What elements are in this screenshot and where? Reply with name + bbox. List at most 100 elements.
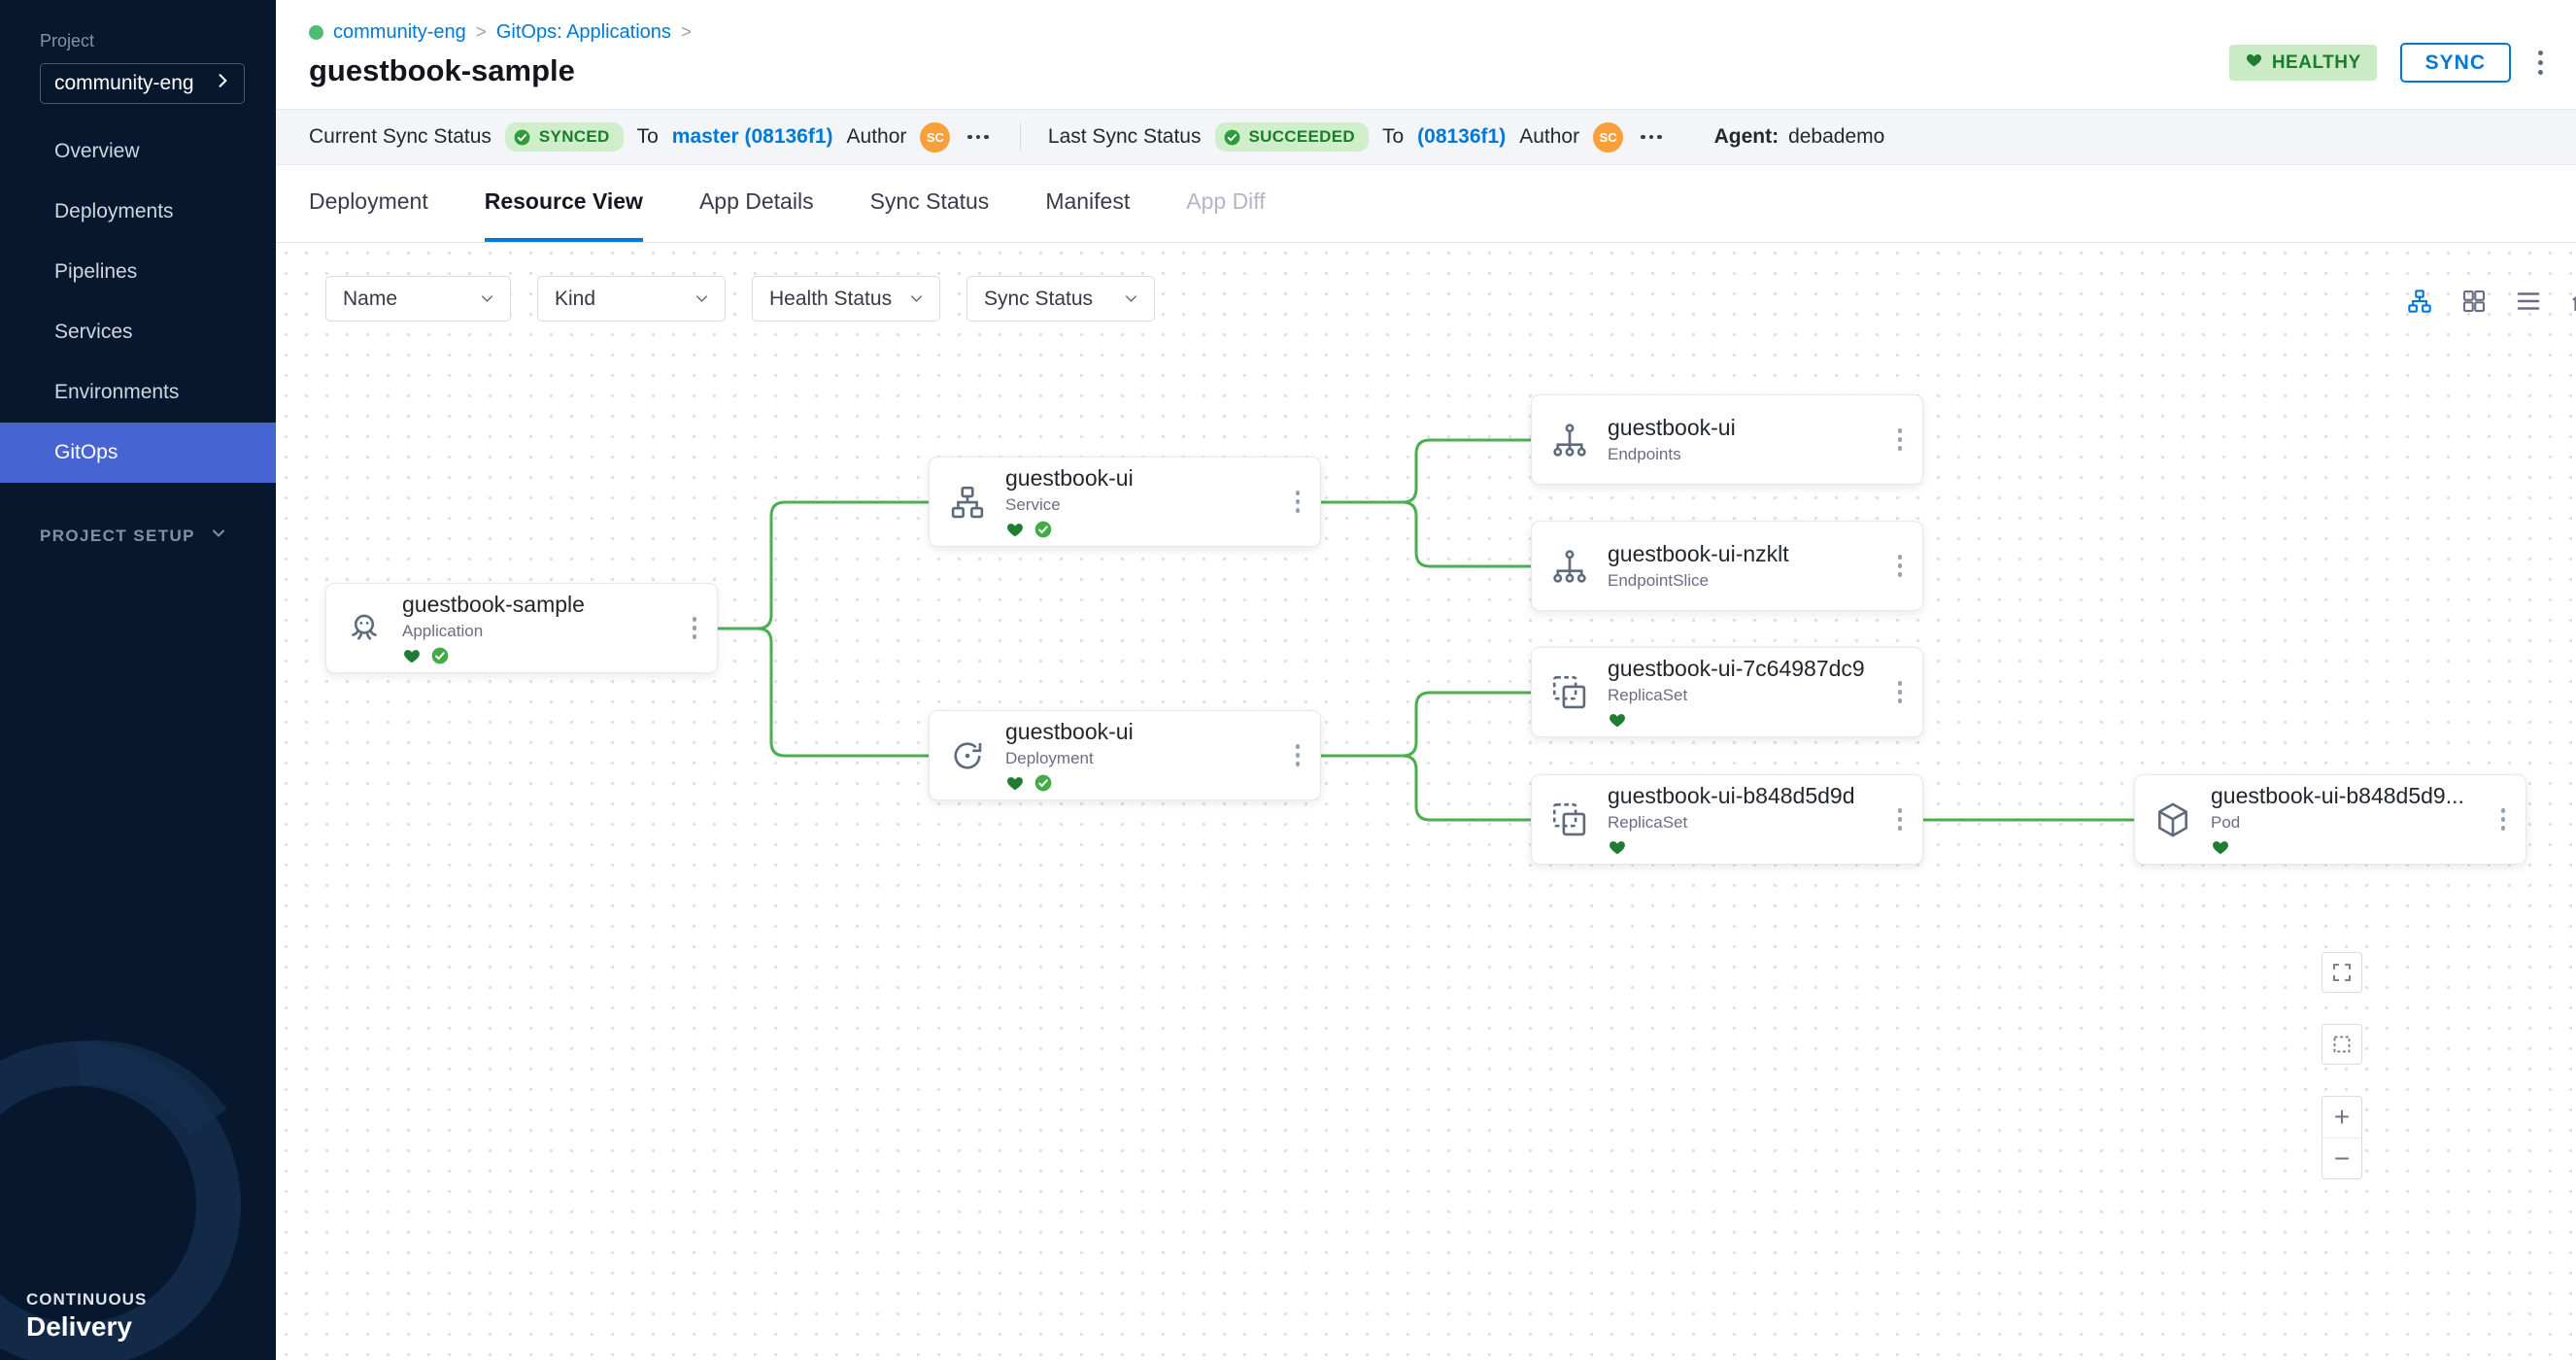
tab-manifest[interactable]: Manifest <box>1045 165 1130 242</box>
synced-check-icon <box>430 646 450 665</box>
list-view-icon[interactable] <box>2513 286 2544 317</box>
breadcrumb: community-eng > GitOps: Applications > <box>309 21 2576 44</box>
filter-health-status-label: Health Status <box>769 288 892 311</box>
brand-logo: CONTINUOUS Delivery <box>26 1290 147 1343</box>
zoom-in-button[interactable]: + <box>2322 1097 2361 1138</box>
succeeded-check-icon <box>1223 128 1241 147</box>
pod-icon <box>2135 799 2211 840</box>
node-menu-button[interactable] <box>1275 491 1320 513</box>
filter-health-status-dropdown[interactable]: Health Status <box>752 276 940 322</box>
node-replicaset-1[interactable]: guestbook-ui-7c64987dc9 ReplicaSet <box>1531 647 1923 737</box>
brand-line-2: Delivery <box>26 1311 147 1343</box>
health-status-badge: HEALTHY <box>2229 45 2377 81</box>
tab-resource-view[interactable]: Resource View <box>485 165 643 242</box>
page-header: community-eng > GitOps: Applications > g… <box>276 0 2576 109</box>
healthy-heart-icon <box>1608 837 1627 857</box>
node-status <box>1608 710 1872 730</box>
sidebar-item-services[interactable]: Services <box>0 302 276 362</box>
project-setup-toggle[interactable]: PROJECT SETUP <box>40 524 276 548</box>
node-status <box>1005 773 1270 793</box>
succeeded-status-pill: SUCCEEDED <box>1215 122 1369 152</box>
node-kind: ReplicaSet <box>1608 813 1872 833</box>
box-select-button[interactable] <box>2322 1024 2362 1065</box>
replicaset-icon <box>1532 799 1608 840</box>
author-avatar[interactable]: SC <box>1593 122 1623 153</box>
filter-sync-status-label: Sync Status <box>984 288 1093 311</box>
project-setup-label: PROJECT SETUP <box>40 527 195 546</box>
deployment-icon <box>930 735 1005 776</box>
last-revision-link[interactable]: (08136f1) <box>1417 125 1506 149</box>
agent-name: debademo <box>1788 125 1884 148</box>
filter-name-dropdown[interactable]: Name <box>325 276 511 322</box>
node-title: guestbook-ui <box>1608 415 1872 441</box>
sidebar: Project community-eng Overview Deploymen… <box>0 0 276 1360</box>
tree-view-icon[interactable] <box>2404 286 2435 317</box>
main-area: community-eng > GitOps: Applications > g… <box>276 0 2576 1360</box>
node-menu-button[interactable] <box>1878 555 1922 577</box>
node-status <box>2211 837 2475 857</box>
breadcrumb-link-project[interactable]: community-eng <box>333 21 466 44</box>
sidebar-nav: Overview Deployments Pipelines Services … <box>0 121 276 483</box>
synced-check-icon <box>1034 773 1053 793</box>
sync-button[interactable]: SYNC <box>2400 43 2511 83</box>
node-endpointslice[interactable]: guestbook-ui-nzklt EndpointSlice <box>1531 521 1923 611</box>
sync-more-button[interactable] <box>964 131 993 144</box>
last-sync-more-button[interactable] <box>1637 131 1666 144</box>
breadcrumb-separator: > <box>476 22 487 44</box>
author-label: Author <box>847 125 907 149</box>
chevron-down-icon <box>693 289 711 308</box>
author-avatar[interactable]: SC <box>920 122 950 153</box>
node-menu-button[interactable] <box>1878 681 1922 703</box>
sidebar-item-overview[interactable]: Overview <box>0 121 276 182</box>
tab-deployment[interactable]: Deployment <box>309 165 428 242</box>
project-selector[interactable]: community-eng <box>40 63 245 104</box>
sync-status-bar: Current Sync Status SYNCED To master (08… <box>276 109 2576 165</box>
node-service[interactable]: guestbook-ui Service <box>929 457 1321 547</box>
fullscreen-button[interactable] <box>2322 952 2362 993</box>
endpointslice-icon <box>1532 546 1608 587</box>
node-application[interactable]: guestbook-sample Application <box>325 583 718 673</box>
filter-kind-label: Kind <box>555 288 595 311</box>
node-menu-button[interactable] <box>1275 744 1320 766</box>
synced-check-icon <box>513 128 531 147</box>
node-kind: Endpoints <box>1608 445 1872 464</box>
agent-label: Agent: <box>1714 125 1779 148</box>
node-kind: Service <box>1005 495 1270 515</box>
divider <box>1020 122 1021 152</box>
box-select-icon <box>2330 1033 2354 1056</box>
healthy-heart-icon <box>1005 520 1025 539</box>
author-label: Author <box>1519 125 1579 149</box>
node-menu-button[interactable] <box>1878 428 1922 451</box>
current-revision-link[interactable]: master (08136f1) <box>672 125 833 149</box>
endpoints-icon <box>1532 420 1608 460</box>
clipped-view-icon[interactable] <box>2567 286 2576 317</box>
filter-kind-dropdown[interactable]: Kind <box>537 276 726 322</box>
node-title: guestbook-sample <box>402 592 666 618</box>
tab-sync-status[interactable]: Sync Status <box>870 165 990 242</box>
node-kind: Deployment <box>1005 749 1270 768</box>
node-status <box>1608 837 1872 857</box>
node-menu-button[interactable] <box>672 617 717 639</box>
resource-graph-panel: Name Kind Health Status Sync Status <box>276 243 2576 1360</box>
sidebar-item-environments[interactable]: Environments <box>0 362 276 423</box>
breadcrumb-link-applications[interactable]: GitOps: Applications <box>496 21 671 44</box>
node-status <box>402 646 666 665</box>
node-endpoints[interactable]: guestbook-ui Endpoints <box>1531 394 1923 485</box>
node-pod[interactable]: guestbook-ui-b848d5d9... Pod <box>2134 774 2526 865</box>
grid-view-icon[interactable] <box>2458 286 2490 317</box>
node-replicaset-2[interactable]: guestbook-ui-b848d5d9d ReplicaSet <box>1531 774 1923 865</box>
health-badge-label: HEALTHY <box>2272 52 2361 74</box>
zoom-controls: + − <box>2322 1096 2362 1179</box>
filter-sync-status-dropdown[interactable]: Sync Status <box>966 276 1155 322</box>
sidebar-item-gitops[interactable]: GitOps <box>0 423 276 483</box>
sidebar-item-deployments[interactable]: Deployments <box>0 182 276 242</box>
tab-app-details[interactable]: App Details <box>699 165 814 242</box>
node-title: guestbook-ui <box>1005 465 1270 492</box>
sidebar-item-pipelines[interactable]: Pipelines <box>0 242 276 302</box>
zoom-out-button[interactable]: − <box>2322 1138 2361 1178</box>
node-menu-button[interactable] <box>1878 808 1922 831</box>
node-menu-button[interactable] <box>2481 808 2525 831</box>
healthy-heart-icon <box>1608 710 1627 730</box>
node-deployment[interactable]: guestbook-ui Deployment <box>929 710 1321 800</box>
app-menu-button[interactable] <box>2534 47 2547 79</box>
